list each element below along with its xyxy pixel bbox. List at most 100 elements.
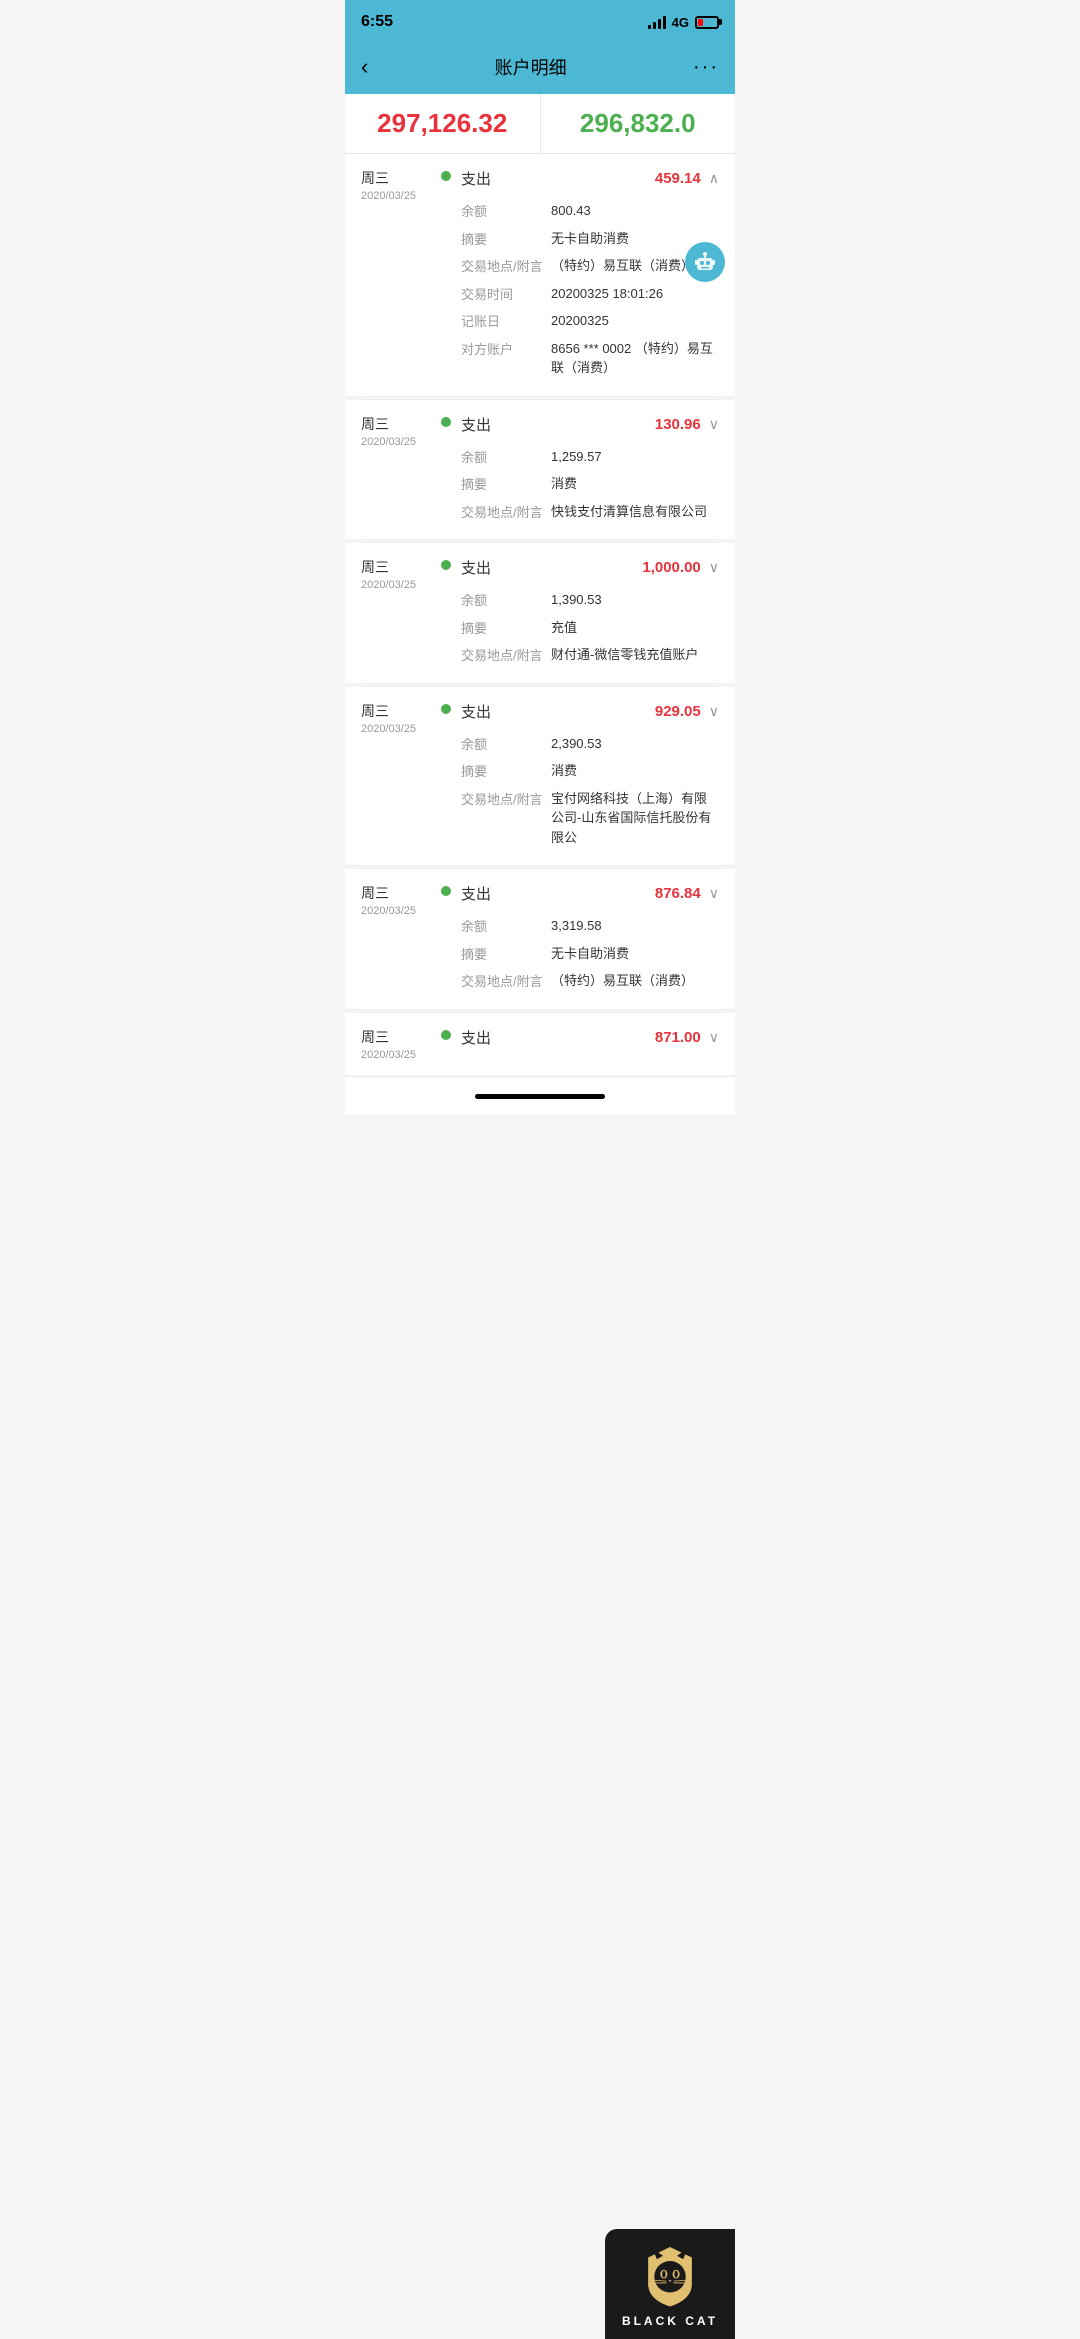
tx-amount-6: 871.00 <box>655 1029 701 1046</box>
value-location-1: （特约）易互联（消费） <box>551 256 719 276</box>
more-button[interactable]: ··· <box>693 56 719 79</box>
transaction-row-5[interactable]: 周三 2020/03/25 支出 876.84 ∨ <box>345 869 735 1010</box>
transaction-row-6[interactable]: 周三 2020/03/25 支出 871.00 ∨ <box>345 1013 735 1076</box>
main-col-3: 支出 1,000.00 ∨ 余额 1,390.53 摘要 <box>461 557 719 669</box>
chevron-down-6: ∨ <box>709 1029 719 1046</box>
label-location-3: 交易地点/附言 <box>461 645 551 664</box>
black-cat-watermark: BLACK CAT <box>605 2229 735 2339</box>
detail-row-bookdate-1: 记账日 20200325 <box>461 307 719 335</box>
value-location-5: （特约）易互联（消费） <box>551 971 719 991</box>
balance-green-amount: 296,832.0 <box>580 108 696 138</box>
day-of-week-6: 周三 <box>361 1027 441 1047</box>
detail-row-summary-1: 摘要 无卡自助消费 <box>461 225 719 253</box>
label-time-1: 交易时间 <box>461 284 551 303</box>
tx-amount-4: 929.05 <box>655 703 701 720</box>
label-location-2: 交易地点/附言 <box>461 502 551 521</box>
status-bar: 6:55 4G <box>345 0 735 44</box>
tx-type-2: 支出 <box>461 414 491 435</box>
back-button[interactable]: ‹ <box>361 54 368 80</box>
home-indicator <box>475 1094 605 1099</box>
transaction-section-1: 周三 2020/03/25 支出 459.14 ∧ <box>345 154 735 397</box>
tx-amount-1: 459.14 <box>655 170 701 187</box>
transaction-section-4: 周三 2020/03/25 支出 929.05 ∨ <box>345 687 735 867</box>
main-col-2: 支出 130.96 ∨ 余额 1,259.57 摘要 消费 <box>461 414 719 526</box>
label-account-1: 对方账户 <box>461 339 551 358</box>
label-bookdate-1: 记账日 <box>461 311 551 330</box>
value-summary-3: 充值 <box>551 618 719 638</box>
date-col-6: 周三 2020/03/25 <box>361 1027 441 1061</box>
day-of-week-2: 周三 <box>361 414 441 434</box>
chevron-down-5: ∨ <box>709 885 719 902</box>
detail-row-balance-1: 余额 800.43 <box>461 197 719 225</box>
label-summary-4: 摘要 <box>461 761 551 780</box>
tx-amount-5: 876.84 <box>655 885 701 902</box>
tx-type-6: 支出 <box>461 1027 491 1048</box>
detail-row-location-5: 交易地点/附言 （特约）易互联（消费） <box>461 967 719 995</box>
main-col-1: 支出 459.14 ∧ 余额 800.43 摘要 无卡自助 <box>461 168 719 382</box>
date-str-2: 2020/03/25 <box>361 436 441 448</box>
label-balance-4: 余额 <box>461 734 551 753</box>
transaction-section-5: 周三 2020/03/25 支出 876.84 ∨ <box>345 869 735 1010</box>
detail-row-balance-5: 余额 3,319.58 <box>461 912 719 940</box>
value-location-4: 宝付网络科技（上海）有限公司-山东省国际信托股份有限公 <box>551 789 719 848</box>
label-summary-1: 摘要 <box>461 229 551 248</box>
dot-col-3 <box>441 560 451 570</box>
chevron-up-1: ∧ <box>709 170 719 187</box>
day-of-week-5: 周三 <box>361 883 441 903</box>
detail-row-location-1: 交易地点/附言 （特约）易互联（消费） <box>461 252 719 280</box>
tx-main-row-2: 支出 130.96 ∨ <box>461 414 719 435</box>
dot-col-1 <box>441 171 451 181</box>
label-location-1: 交易地点/附言 <box>461 256 551 275</box>
detail-table-5: 余额 3,319.58 摘要 无卡自助消费 交易地点/附言 （特约）易互联（消费… <box>461 912 719 995</box>
black-cat-label: BLACK CAT <box>622 2314 718 2328</box>
page-title: 账户明细 <box>495 54 567 80</box>
tx-main-row-1: 支出 459.14 ∧ <box>461 168 719 189</box>
transaction-row-1[interactable]: 周三 2020/03/25 支出 459.14 ∧ <box>345 154 735 397</box>
tx-amount-3: 1,000.00 <box>642 559 700 576</box>
signal-icon <box>648 15 666 29</box>
label-balance-3: 余额 <box>461 590 551 609</box>
tx-type-4: 支出 <box>461 701 491 722</box>
date-str-6: 2020/03/25 <box>361 1049 441 1061</box>
detail-table-3: 余额 1,390.53 摘要 充值 交易地点/附言 财付通-微信零钱充值账户 <box>461 586 719 669</box>
label-summary-3: 摘要 <box>461 618 551 637</box>
status-time: 6:55 <box>361 13 393 31</box>
dot-col-4 <box>441 704 451 714</box>
transaction-row-2[interactable]: 周三 2020/03/25 支出 130.96 ∨ <box>345 400 735 541</box>
detail-row-location-3: 交易地点/附言 财付通-微信零钱充值账户 <box>461 641 719 669</box>
value-summary-1: 无卡自助消费 <box>551 229 719 249</box>
detail-row-summary-5: 摘要 无卡自助消费 <box>461 940 719 968</box>
value-account-1: 8656 *** 0002 （特约）易互联（消费） <box>551 339 719 378</box>
dot-col-6 <box>441 1030 451 1040</box>
label-balance-5: 余额 <box>461 916 551 935</box>
date-col-2: 周三 2020/03/25 <box>361 414 441 448</box>
label-balance-2: 余额 <box>461 447 551 466</box>
green-dot-1 <box>441 171 451 181</box>
green-dot-5 <box>441 886 451 896</box>
nav-bar: ‹ 账户明细 ··· <box>345 44 735 94</box>
detail-row-location-4: 交易地点/附言 宝付网络科技（上海）有限公司-山东省国际信托股份有限公 <box>461 785 719 852</box>
transaction-row-3[interactable]: 周三 2020/03/25 支出 1,000.00 ∨ <box>345 543 735 684</box>
value-balance-5: 3,319.58 <box>551 916 719 936</box>
detail-table-2: 余额 1,259.57 摘要 消费 交易地点/附言 快钱支付清算信息有限公司 <box>461 443 719 526</box>
network-label: 4G <box>672 15 689 30</box>
tx-type-3: 支出 <box>461 557 491 578</box>
transaction-section-2: 周三 2020/03/25 支出 130.96 ∨ <box>345 400 735 541</box>
date-col-4: 周三 2020/03/25 <box>361 701 441 735</box>
transactions-list: 周三 2020/03/25 支出 459.14 ∧ <box>345 154 735 1076</box>
date-col-1: 周三 2020/03/25 <box>361 168 441 202</box>
main-col-6: 支出 871.00 ∨ <box>461 1027 719 1048</box>
transaction-row-4[interactable]: 周三 2020/03/25 支出 929.05 ∨ <box>345 687 735 867</box>
date-str-4: 2020/03/25 <box>361 723 441 735</box>
tx-type-1: 支出 <box>461 168 491 189</box>
detail-row-time-1: 交易时间 20200325 18:01:26 <box>461 280 719 308</box>
chevron-down-4: ∨ <box>709 703 719 720</box>
balance-red-amount: 297,126.32 <box>377 108 507 138</box>
chevron-down-2: ∨ <box>709 416 719 433</box>
dot-col-5 <box>441 886 451 896</box>
value-time-1: 20200325 18:01:26 <box>551 284 719 304</box>
status-icons: 4G <box>648 15 719 30</box>
detail-row-balance-3: 余额 1,390.53 <box>461 586 719 614</box>
detail-row-balance-4: 余额 2,390.53 <box>461 730 719 758</box>
detail-row-summary-3: 摘要 充值 <box>461 614 719 642</box>
